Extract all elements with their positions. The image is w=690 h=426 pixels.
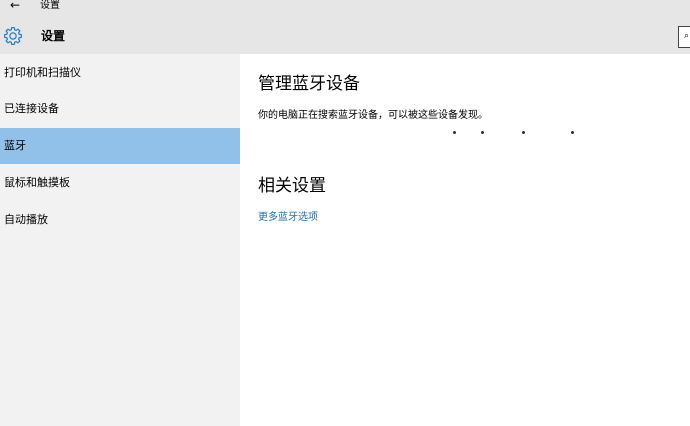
title-bar: ← 设置 xyxy=(0,0,690,16)
sidebar-item-printers[interactable]: 打印机和扫描仪 xyxy=(0,55,240,91)
bluetooth-status-text: 你的电脑正在搜索蓝牙设备，可以被这些设备发现。 xyxy=(258,110,488,121)
sidebar-item-autoplay[interactable]: 自动播放 xyxy=(0,202,240,238)
sidebar-item-bluetooth[interactable]: 蓝牙 xyxy=(0,128,240,164)
search-icon: ⌕ xyxy=(684,31,690,41)
back-arrow-icon[interactable]: ← xyxy=(6,0,24,14)
sidebar-item-mouse-touchpad[interactable]: 鼠标和触摸板 xyxy=(0,165,240,201)
searching-progress-dot xyxy=(522,131,525,134)
more-bluetooth-options-link[interactable]: 更多蓝牙选项 xyxy=(258,211,318,225)
window-title: 设置 xyxy=(40,0,60,11)
section-heading: 管理蓝牙设备 xyxy=(258,74,360,94)
page-title: 设置 xyxy=(41,29,66,43)
related-settings-heading: 相关设置 xyxy=(258,176,326,196)
settings-header: 设置 ⌕ xyxy=(0,16,690,54)
searching-progress-dot xyxy=(453,131,456,134)
searching-progress-dot xyxy=(571,131,574,134)
searching-progress-dot xyxy=(481,131,484,134)
sidebar: 打印机和扫描仪 已连接设备 蓝牙 鼠标和触摸板 自动播放 xyxy=(0,54,240,426)
gear-icon xyxy=(4,27,22,45)
sidebar-item-connected-devices[interactable]: 已连接设备 xyxy=(0,91,240,127)
